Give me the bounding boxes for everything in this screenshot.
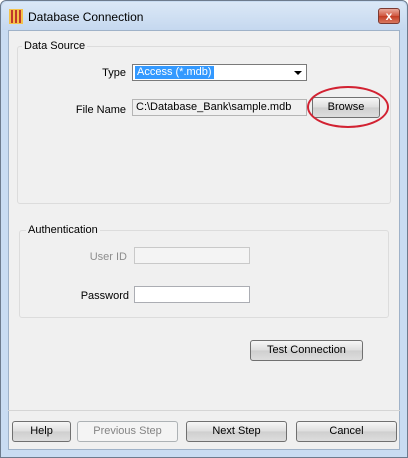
type-selected-value: Access (*.mdb) — [135, 66, 214, 79]
close-button[interactable]: x — [378, 8, 400, 24]
cancel-button[interactable]: Cancel — [296, 421, 397, 442]
authentication-group-label: Authentication — [26, 224, 100, 236]
data-source-group-label: Data Source — [22, 40, 88, 52]
file-name-field[interactable]: C:\Database_Bank\sample.mdb — [132, 99, 307, 116]
app-icon — [9, 9, 23, 24]
test-connection-button[interactable]: Test Connection — [250, 340, 363, 361]
title-bar[interactable]: Database Connection x — [2, 2, 406, 30]
help-button[interactable]: Help — [12, 421, 71, 442]
type-label: Type — [102, 67, 126, 79]
close-icon: x — [385, 9, 393, 23]
next-step-button[interactable]: Next Step — [186, 421, 287, 442]
password-field[interactable] — [134, 286, 250, 303]
footer-divider — [8, 410, 400, 411]
user-id-field[interactable] — [134, 247, 250, 264]
type-dropdown[interactable]: Access (*.mdb) — [132, 64, 307, 81]
highlight-ellipse — [307, 86, 389, 128]
previous-step-button[interactable]: Previous Step — [77, 421, 178, 442]
authentication-group — [19, 230, 389, 318]
user-id-label: User ID — [89, 251, 127, 263]
file-name-label: File Name — [75, 104, 126, 116]
password-label: Password — [80, 290, 129, 302]
window-title: Database Connection — [28, 10, 144, 24]
chevron-down-icon[interactable] — [294, 71, 302, 75]
